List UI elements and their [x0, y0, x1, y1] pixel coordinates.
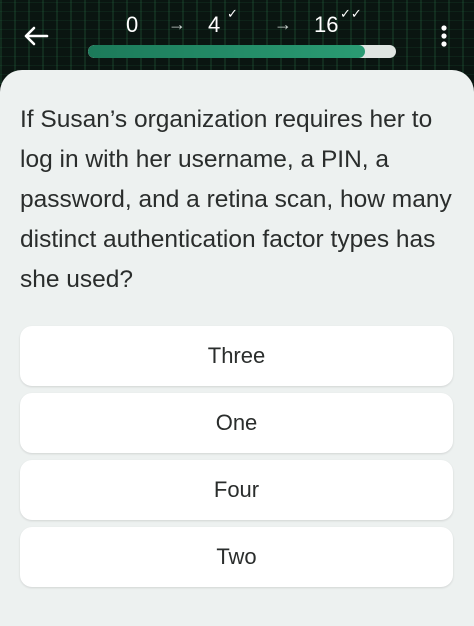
progress-bar — [88, 45, 396, 58]
answer-option-four[interactable]: Four — [20, 460, 453, 520]
arrow-icon: → — [274, 14, 292, 34]
arrow-left-icon — [24, 26, 49, 46]
streak-step-mid: 4 — [208, 12, 221, 37]
question-text: If Susan’s organization requires her to … — [20, 106, 452, 293]
vertical-dots-icon — [441, 25, 447, 47]
progress-bar-fill — [88, 45, 366, 58]
streak-step-start: 0 — [126, 12, 139, 37]
double-check-icon: ✓✓ — [340, 6, 362, 21]
answer-option-one[interactable]: One — [20, 393, 453, 453]
streak-step-goal: 16 — [314, 12, 339, 37]
arrow-icon: → — [168, 14, 186, 34]
menu-button[interactable] — [430, 20, 458, 52]
check-icon: ✓ — [227, 6, 238, 21]
answer-option-three[interactable]: Three — [20, 326, 453, 386]
answer-option-two[interactable]: Two — [20, 527, 453, 587]
back-button[interactable] — [20, 20, 52, 52]
